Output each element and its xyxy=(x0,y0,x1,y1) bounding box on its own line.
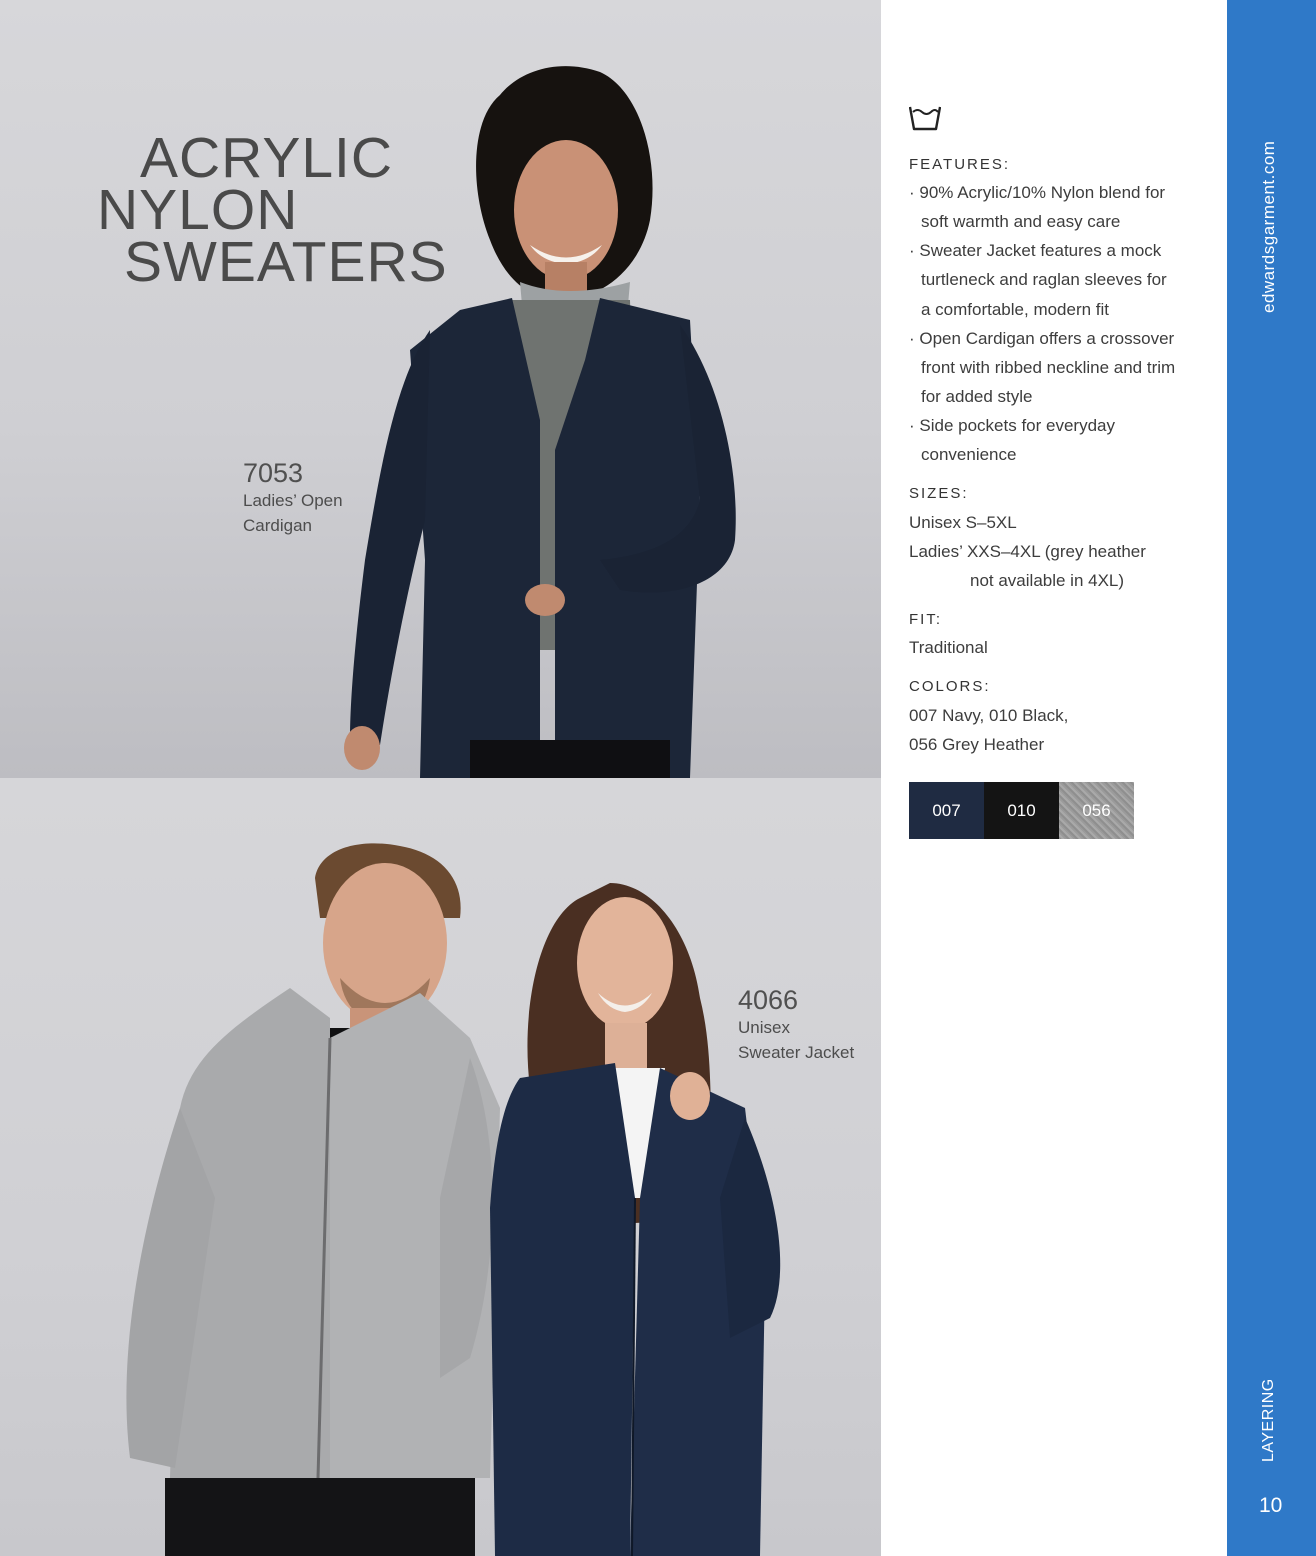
features-line: convenience xyxy=(921,445,1017,464)
fit-label: FIT: xyxy=(909,611,942,628)
fit-value: Traditional xyxy=(909,638,988,657)
sizes-label: SIZES: xyxy=(909,485,969,502)
section-label: LAYERING xyxy=(1260,1378,1277,1462)
product-callout-4066: 4066 Unisex Sweater Jacket xyxy=(738,985,854,1065)
colors-label: COLORS: xyxy=(909,678,991,695)
features-label: FEATURES: xyxy=(909,156,1011,173)
website-url: edwardsgarment.com xyxy=(1259,140,1278,313)
sizes-line: Unisex S–5XL xyxy=(909,513,1017,532)
product-name-line-2: Sweater Jacket xyxy=(738,1043,855,1062)
swatch-navy: 007 xyxy=(909,782,984,839)
features-line: · 90% Acrylic/10% Nylon blend for xyxy=(909,183,1166,202)
cardigan-model-photo: ACRYLIC NYLON SWEATERS 7053 Ladies’ Open… xyxy=(0,0,881,778)
sizes-line: Ladies’ XXS–4XL (grey heather xyxy=(909,542,1146,561)
features-line: turtleneck and raglan sleeves for xyxy=(921,270,1167,289)
features-line: front with ribbed neckline and trim xyxy=(921,358,1176,377)
features-line: · Open Cardigan offers a crossover xyxy=(909,329,1175,348)
cardigan-model-illustration xyxy=(344,66,736,778)
product-name-line-1: Ladies’ Open xyxy=(243,491,343,510)
features-line: soft warmth and easy care xyxy=(921,212,1121,231)
product-name-line-1: Unisex xyxy=(738,1018,790,1037)
product-number: 7053 xyxy=(243,458,304,488)
swatch-grey-heather: 056 xyxy=(1059,782,1134,839)
wash-tub-icon xyxy=(909,106,941,131)
product-number: 4066 xyxy=(738,985,799,1015)
sweater-jacket-models-illustration xyxy=(126,843,781,1556)
product-name-line-2: Cardigan xyxy=(243,516,312,535)
sizes-line: not available in 4XL) xyxy=(970,571,1125,590)
sweater-jacket-models-photo: 4066 Unisex Sweater Jacket xyxy=(0,778,881,1556)
swatch-black: 010 xyxy=(984,782,1059,839)
product-callout-7053: 7053 Ladies’ Open Cardigan xyxy=(243,458,343,538)
color-swatches: 007 010 056 xyxy=(909,782,1134,839)
colors-line: 056 Grey Heather xyxy=(909,735,1045,754)
title-line-2: NYLON xyxy=(97,178,299,242)
features-line: for added style xyxy=(921,387,1033,406)
features-line: · Sweater Jacket features a mock xyxy=(909,241,1162,260)
title-line-3: SWEATERS xyxy=(124,230,448,294)
page-number: 10 xyxy=(1259,1494,1283,1517)
features-line: a comfortable, modern fit xyxy=(921,300,1110,319)
features-line: · Side pockets for everyday xyxy=(909,416,1115,435)
colors-line: 007 Navy, 010 Black, xyxy=(909,706,1069,725)
title-line-1: ACRYLIC xyxy=(140,126,394,190)
